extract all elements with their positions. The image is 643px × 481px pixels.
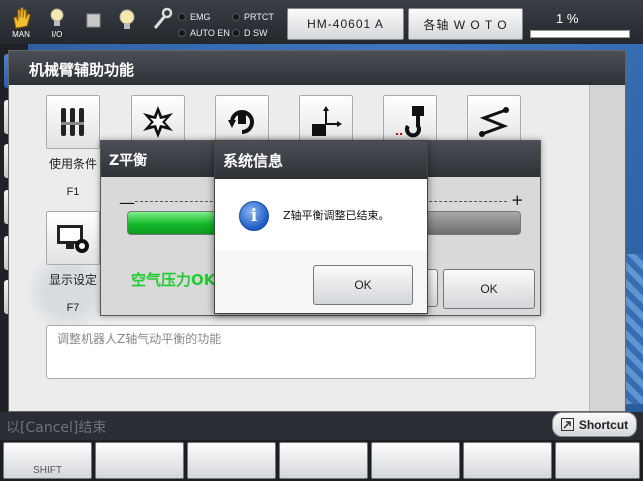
fkey-6[interactable] — [463, 442, 552, 479]
balance-progress-fill — [128, 212, 215, 234]
minus-sign: — — [119, 193, 135, 212]
wrench-icon[interactable] — [144, 4, 178, 42]
hint-bar: 以[Cancel]结束 — [0, 412, 643, 440]
description-box: 调整机器人Z轴气动平衡的功能 — [46, 325, 536, 379]
dsw-indicator-dot — [232, 29, 240, 37]
prtct-label: PRTCT — [244, 12, 274, 22]
function-key: F7 — [66, 302, 80, 314]
lamp-icon[interactable] — [110, 4, 144, 42]
shortcut-icon — [560, 418, 574, 431]
tools-icon — [46, 95, 100, 149]
fkey-5[interactable] — [371, 442, 460, 479]
info-icon: i — [239, 201, 269, 231]
function-key: F1 — [66, 186, 80, 198]
io-bulb-icon[interactable]: I/O — [40, 4, 74, 42]
function-display-settings[interactable]: 显示设定 F7 — [46, 211, 100, 314]
fkey-4[interactable] — [279, 442, 368, 479]
emg-indicator-dot — [178, 13, 186, 21]
air-pressure-status: 空气压力OK — [131, 271, 216, 289]
z-dialog-ok-button[interactable]: OK — [443, 269, 535, 309]
system-dialog-title: 系统信息 — [215, 141, 427, 179]
mode-label: MAN — [12, 30, 30, 39]
system-message-dialog: 系统信息 i Z轴平衡调整已结束。 OK — [214, 140, 428, 314]
system-dialog-ok-button[interactable]: OK — [313, 265, 413, 305]
auto-en-label: AUTO EN — [190, 28, 230, 38]
fkey-2[interactable] — [95, 442, 184, 479]
function-key-bar: SHIFT — [0, 440, 643, 481]
io-label: I/O — [51, 30, 63, 39]
monitor-gear-icon — [46, 211, 100, 265]
plus-sign: + — [511, 191, 524, 209]
override-value[interactable]: 1 % — [556, 11, 578, 26]
shortcut-button[interactable]: Shortcut — [552, 412, 637, 437]
model-button[interactable]: HM-40601 A — [287, 8, 404, 40]
stop-square-icon[interactable] — [76, 4, 110, 42]
shortcut-label: Shortcut — [578, 417, 629, 432]
system-dialog-message: Z轴平衡调整已结束。 — [283, 209, 390, 222]
cancel-hint: 以[Cancel]结束 — [6, 420, 107, 436]
system-dialog-body: i Z轴平衡调整已结束。 — [215, 179, 427, 251]
function-use-conditions[interactable]: 使用条件 F1 — [46, 95, 100, 198]
fkey-3[interactable] — [187, 442, 276, 479]
scrollbar[interactable] — [589, 85, 625, 411]
prtct-indicator-dot — [232, 13, 240, 21]
fkey-shift[interactable]: SHIFT — [3, 442, 92, 479]
axis-button[interactable]: 各轴 W O T O — [408, 8, 523, 40]
auto-en-indicator-dot — [178, 29, 186, 37]
dsw-label: D SW — [244, 28, 268, 38]
function-name: 显示设定 — [48, 273, 97, 287]
fkey-7[interactable] — [555, 442, 640, 479]
override-bar — [530, 30, 630, 38]
manual-mode-hand-icon[interactable]: MAN — [4, 4, 38, 42]
status-bar: MAN I/O EMG PRTCT AUTO EN D SW HM-40601 … — [0, 0, 643, 44]
emg-label: EMG — [190, 12, 211, 22]
window-title: 机械臂辅助功能 — [9, 51, 625, 85]
function-name: 使用条件 — [48, 157, 97, 171]
